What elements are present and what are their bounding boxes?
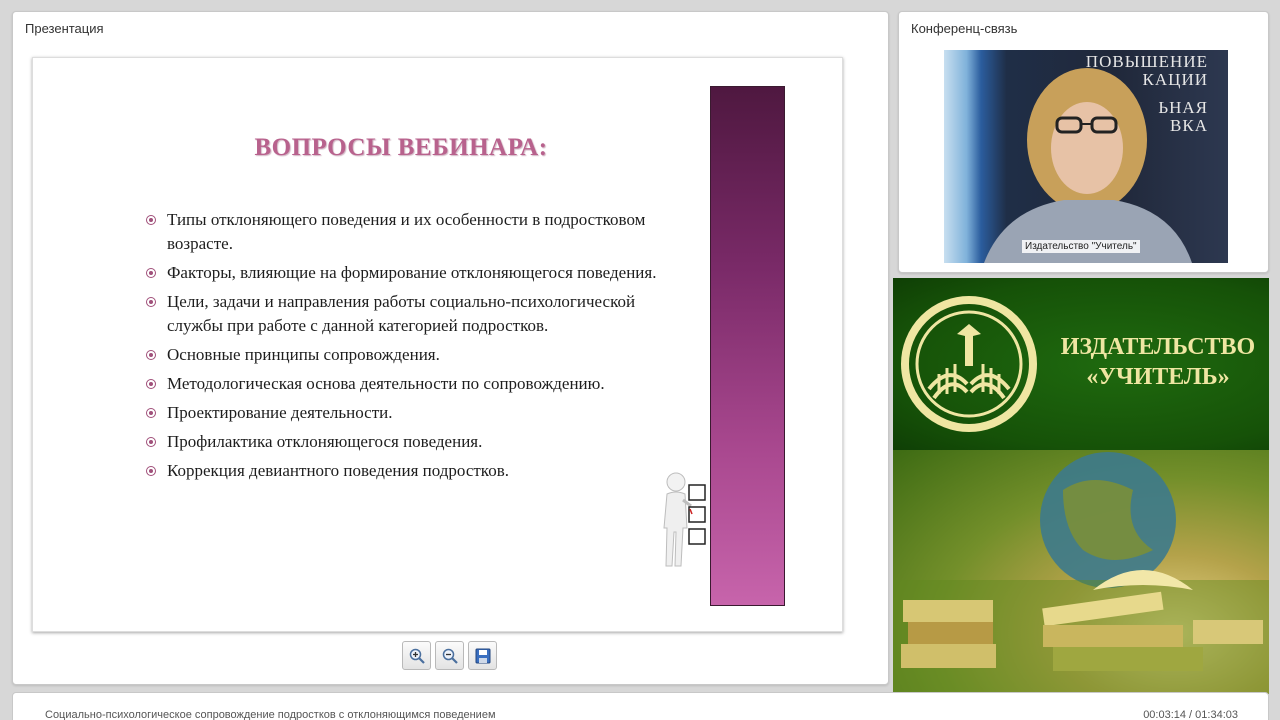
- books-globe-illustration: [893, 452, 1269, 694]
- slide-bullet-text: Цели, задачи и направления работы социал…: [167, 292, 636, 335]
- bullet-icon: [146, 466, 156, 476]
- save-button[interactable]: [468, 641, 497, 670]
- bullet-icon: [146, 350, 156, 360]
- presenter-silhouette: [984, 68, 1192, 263]
- publisher-name-line: «УЧИТЕЛЬ»: [1086, 364, 1230, 390]
- zoom-in-button[interactable]: [402, 641, 431, 670]
- slide-bullet-item: Цели, задачи и направления работы социал…: [146, 290, 686, 338]
- slide-bullet-text: Профилактика отклоняющегося поведения.: [167, 432, 483, 451]
- bullet-icon: [146, 215, 156, 225]
- slide-bullet-item: Факторы, влияющие на формирование отклон…: [146, 261, 686, 285]
- bullet-icon: [146, 297, 156, 307]
- slide-toolbar: [402, 641, 497, 671]
- bullet-icon: [146, 268, 156, 278]
- slide-bullet-item: Проектирование деятельности.: [146, 401, 686, 425]
- slide-bullet-item: Типы отклоняющего поведения и их особенн…: [146, 208, 686, 256]
- bullet-icon: [146, 408, 156, 418]
- slide-bullet-item: Профилактика отклоняющегося поведения.: [146, 430, 686, 454]
- publisher-logo-icon: [901, 296, 1037, 432]
- conference-panel-title: Конференц-связь: [911, 21, 1018, 36]
- slide-bullet-item: Методологическая основа деятельности по …: [146, 372, 686, 396]
- slide-bullet-text: Коррекция девиантного поведения подростк…: [167, 461, 509, 480]
- slide-bullet-text: Основные принципы сопровождения.: [167, 345, 440, 364]
- conference-panel: Конференц-связь ПОВЫШЕНИЕ КАЦИИ П ЬНАЯ В…: [898, 11, 1269, 273]
- publisher-banner-header: ИЗДАТЕЛЬСТВО «УЧИТЕЛЬ»: [893, 278, 1269, 450]
- zoom-out-icon: [442, 648, 458, 664]
- publisher-name: ИЗДАТЕЛЬСТВО «УЧИТЕЛЬ»: [1053, 332, 1263, 392]
- zoom-out-button[interactable]: [435, 641, 464, 670]
- books-globe-image: [893, 450, 1269, 694]
- bullet-icon: [146, 379, 156, 389]
- video-caption: Издательство "Учитель": [1022, 240, 1140, 253]
- presentation-panel: Презентация ВОПРОСЫ ВЕБИНАРА: Типы откло…: [12, 11, 889, 685]
- slide-bullet-text: Методологическая основа деятельности по …: [167, 374, 605, 393]
- publisher-banner: ИЗДАТЕЛЬСТВО «УЧИТЕЛЬ»: [893, 278, 1269, 694]
- slide-bullet-text: Типы отклоняющего поведения и их особенн…: [167, 210, 646, 253]
- bullet-icon: [146, 437, 156, 447]
- checklist-figure-icon: [663, 472, 706, 567]
- slide-bullet-text: Проектирование деятельности.: [167, 403, 393, 422]
- presentation-panel-title: Презентация: [25, 21, 104, 36]
- webcam-video[interactable]: ПОВЫШЕНИЕ КАЦИИ П ЬНАЯ ВКА Издательство …: [944, 50, 1228, 263]
- publisher-name-line: ИЗДАТЕЛЬСТВО: [1060, 334, 1256, 360]
- slide-bullet-text: Факторы, влияющие на формирование отклон…: [167, 263, 657, 282]
- slide-bullet-list: Типы отклоняющего поведения и их особенн…: [146, 208, 686, 488]
- zoom-in-icon: [409, 648, 425, 664]
- slide: ВОПРОСЫ ВЕБИНАРА: Типы отклоняющего пове…: [32, 57, 843, 632]
- slide-bullet-item: Коррекция девиантного поведения подростк…: [146, 459, 686, 483]
- player-footer: Социально-психологическое сопровождение …: [12, 692, 1269, 720]
- slide-title: ВОПРОСЫ ВЕБИНАРА:: [254, 134, 548, 161]
- slide-bullet-item: Основные принципы сопровождения.: [146, 343, 686, 367]
- webinar-title: Социально-психологическое сопровождение …: [45, 709, 496, 720]
- playback-time: 00:03:14 / 01:34:03: [1143, 709, 1238, 720]
- slide-decorative-bar: [710, 86, 785, 606]
- save-icon: [475, 648, 490, 663]
